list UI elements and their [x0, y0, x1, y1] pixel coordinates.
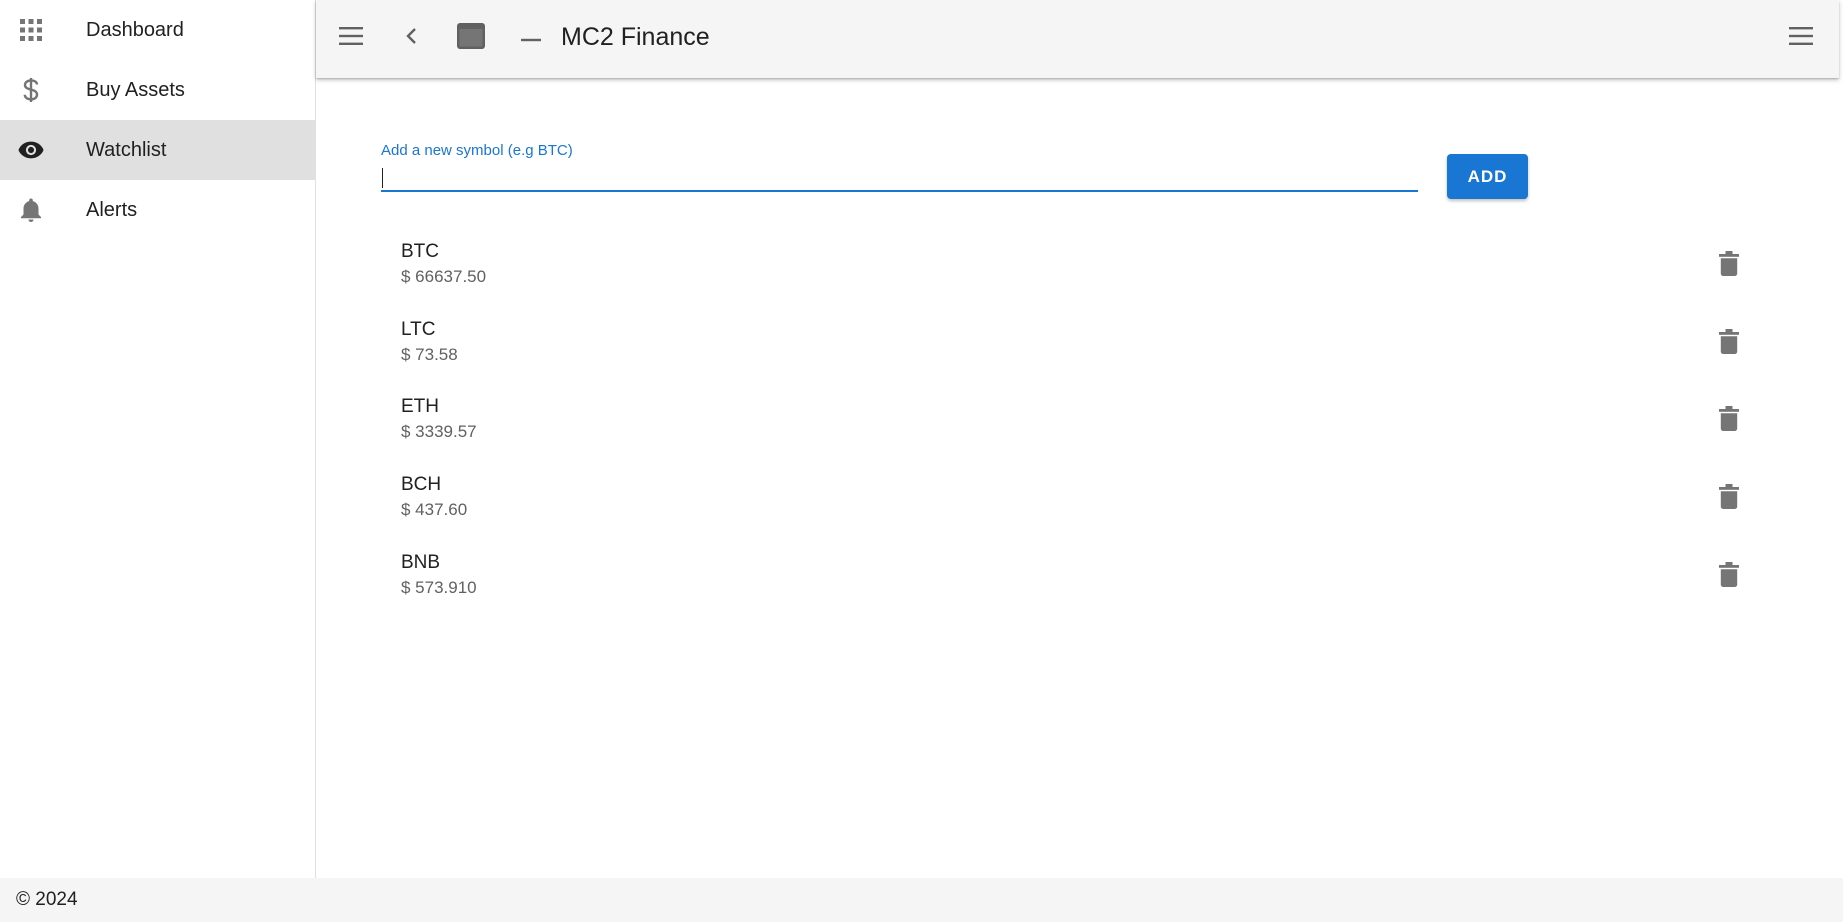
symbol-price: $ 437.60 — [401, 500, 468, 519]
minimize-button[interactable] — [513, 20, 549, 56]
trash-icon — [1719, 562, 1739, 592]
app-root: Dashboard Buy Assets Watchlist Alerts MC… — [0, 0, 1843, 922]
symbol-input-label: Add a new symbol (e.g BTC) — [381, 142, 573, 159]
list-item: BCH $ 437.60 — [401, 474, 1741, 552]
sidebar-item-label: Buy Assets — [86, 78, 185, 101]
window-button[interactable] — [453, 20, 489, 56]
eye-icon — [18, 137, 44, 163]
bell-icon — [18, 197, 44, 223]
watchlist-panel: Add a new symbol (e.g BTC) ADD BTC $ 666… — [316, 78, 1843, 878]
footer: © 2024 — [0, 878, 1843, 922]
list-item: LTC $ 73.58 — [401, 319, 1741, 397]
menu-icon — [1789, 26, 1813, 50]
overflow-menu-button[interactable] — [1783, 20, 1819, 56]
symbol-name: BNB — [401, 552, 441, 573]
sidebar-item-alerts[interactable]: Alerts — [0, 180, 315, 240]
sidebar: Dashboard Buy Assets Watchlist Alerts — [0, 0, 316, 878]
delete-button[interactable] — [1714, 327, 1744, 361]
list-item: BTC $ 66637.50 — [401, 241, 1741, 319]
menu-icon — [339, 26, 363, 50]
delete-button[interactable] — [1714, 482, 1744, 516]
top-app-bar: MC2 Finance — [316, 0, 1839, 78]
list-item: BNB $ 573.910 — [401, 552, 1741, 630]
dollar-icon — [18, 77, 44, 103]
trash-icon — [1719, 329, 1739, 359]
apps-grid-icon — [18, 17, 44, 43]
sidebar-item-watchlist[interactable]: Watchlist — [0, 120, 315, 180]
trash-icon — [1719, 251, 1739, 281]
symbol-price: $ 3339.57 — [401, 422, 477, 441]
text-caret — [382, 168, 383, 188]
page-title: MC2 Finance — [561, 23, 710, 51]
symbol-input[interactable] — [381, 162, 1418, 192]
minimize-icon — [521, 29, 541, 47]
sidebar-item-label: Dashboard — [86, 18, 184, 41]
delete-button[interactable] — [1714, 404, 1744, 438]
sidebar-item-buy-assets[interactable]: Buy Assets — [0, 60, 315, 120]
menu-button[interactable] — [333, 20, 369, 56]
symbol-price: $ 66637.50 — [401, 267, 487, 286]
symbol-name: BCH — [401, 474, 442, 495]
window-icon — [457, 22, 485, 54]
symbol-name: BTC — [401, 241, 439, 262]
delete-button[interactable] — [1714, 249, 1744, 283]
add-button[interactable]: ADD — [1447, 154, 1528, 199]
symbol-price: $ 573.910 — [401, 578, 477, 597]
sidebar-item-dashboard[interactable]: Dashboard — [0, 0, 315, 60]
list-item: ETH $ 3339.57 — [401, 396, 1741, 474]
trash-icon — [1719, 484, 1739, 514]
copyright-text: © 2024 — [16, 889, 78, 910]
back-button[interactable] — [393, 20, 429, 56]
symbol-name: LTC — [401, 319, 436, 340]
sidebar-item-label: Watchlist — [86, 138, 167, 161]
chevron-left-icon — [405, 27, 417, 50]
sidebar-item-label: Alerts — [86, 198, 138, 221]
trash-icon — [1719, 406, 1739, 436]
symbol-name: ETH — [401, 396, 439, 417]
delete-button[interactable] — [1714, 560, 1744, 594]
symbol-price: $ 73.58 — [401, 345, 458, 364]
